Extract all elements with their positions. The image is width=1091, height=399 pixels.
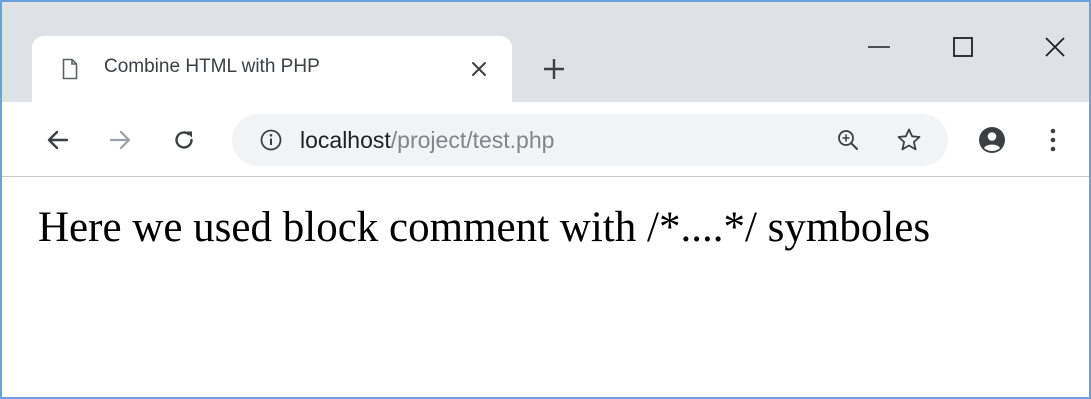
forward-arrow-icon[interactable] (108, 128, 132, 152)
back-arrow-icon[interactable] (46, 128, 70, 152)
star-icon[interactable] (896, 127, 922, 153)
address-bar[interactable]: localhost/project/test.php (232, 114, 948, 166)
info-icon[interactable] (260, 129, 282, 151)
page-icon (62, 58, 78, 80)
url-path: /project/test.php (390, 127, 555, 153)
reload-icon[interactable] (172, 128, 196, 152)
page-content: Here we used block comment with /*....*/… (2, 177, 1089, 397)
tab-strip: Combine HTML with PHP (2, 2, 1089, 102)
minimize-icon[interactable] (862, 30, 896, 64)
window-close-icon[interactable] (1038, 30, 1072, 64)
browser-window: Combine HTML with PHP localhost/project/… (0, 0, 1091, 399)
browser-toolbar: localhost/project/test.php (2, 102, 1089, 177)
account-icon[interactable] (978, 126, 1006, 154)
tab-title: Combine HTML with PHP (104, 56, 320, 77)
page-text: Here we used block comment with /*....*/… (38, 204, 931, 251)
menu-icon[interactable] (1048, 126, 1058, 154)
url-text[interactable]: localhost/project/test.php (300, 127, 554, 154)
new-tab-icon[interactable] (543, 58, 565, 80)
maximize-icon[interactable] (946, 30, 980, 64)
url-host: localhost (300, 127, 391, 153)
zoom-icon[interactable] (836, 128, 860, 152)
close-tab-icon[interactable] (470, 60, 488, 78)
tab-active[interactable]: Combine HTML with PHP (32, 36, 512, 102)
